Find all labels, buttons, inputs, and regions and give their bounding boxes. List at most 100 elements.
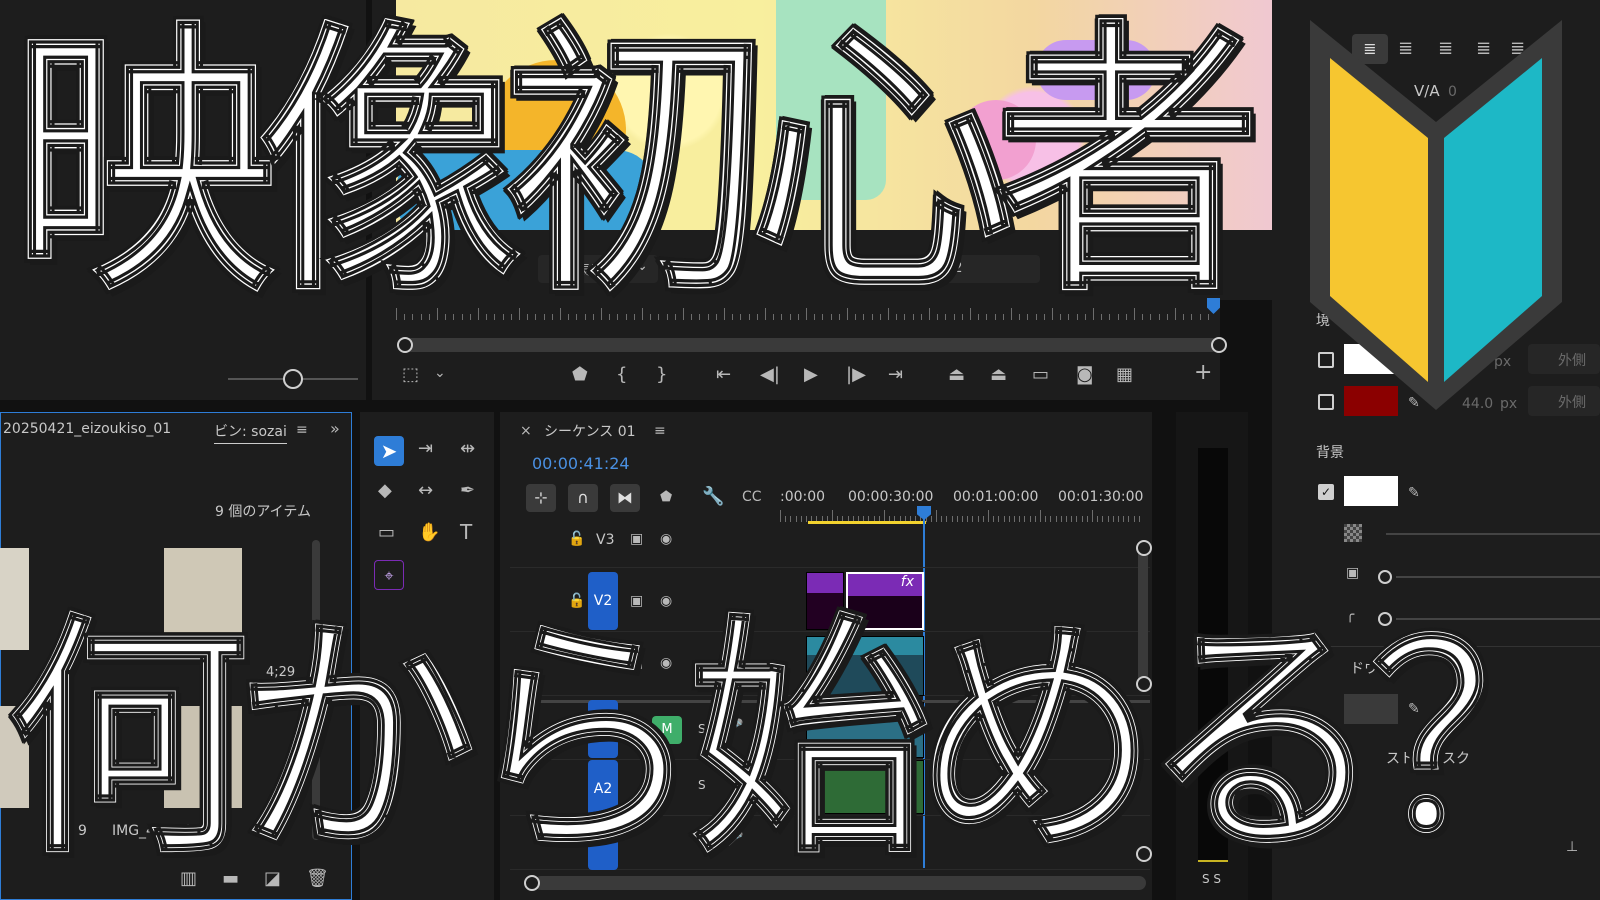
- zoom-handle-right[interactable]: [1211, 337, 1227, 353]
- panel-menu-icon[interactable]: ≡: [296, 423, 308, 437]
- ripple-edit-icon[interactable]: ⇹: [460, 440, 475, 458]
- rectangle-icon[interactable]: ▭: [378, 524, 395, 542]
- size-icon: ▣: [1346, 565, 1360, 581]
- ruler-tick: [800, 516, 802, 522]
- ruler-tick: [1045, 516, 1047, 522]
- ruler-tick: [1102, 516, 1104, 522]
- ruler-tick: [951, 516, 953, 522]
- go-to-in-icon[interactable]: ⇤: [716, 366, 731, 384]
- slip-icon[interactable]: ↔: [418, 482, 433, 500]
- ruler-tick: [972, 516, 974, 522]
- overlay-title-top: 映像初心者: [9, 0, 1264, 334]
- select-arrow-icon[interactable]: ➤: [374, 436, 404, 466]
- project-name[interactable]: 20250421_eizoukiso_01: [3, 421, 171, 437]
- step-forward-icon[interactable]: |▶: [846, 366, 866, 384]
- mark-out-icon[interactable]: }: [656, 366, 667, 384]
- track-select-icon[interactable]: ⇥: [418, 440, 433, 458]
- ruler-tick: [1060, 516, 1062, 522]
- nest-toggle[interactable]: ⊹: [526, 484, 556, 512]
- work-area-bar[interactable]: [808, 521, 926, 524]
- magnet-icon[interactable]: ∩: [568, 484, 598, 512]
- step-back-icon[interactable]: ◀|: [760, 366, 780, 384]
- ruler-tick: [930, 516, 932, 522]
- ruler-tick: [956, 516, 958, 522]
- safe-margins-icon[interactable]: ⬚: [402, 366, 419, 384]
- ruler-tick: [785, 516, 787, 522]
- timeline-timecode[interactable]: 00:00:41:24: [532, 454, 630, 473]
- extract-icon[interactable]: ⏏: [990, 366, 1007, 384]
- chevron-down-icon[interactable]: ⌄: [434, 366, 446, 380]
- comparison-view-icon[interactable]: ▭: [1032, 366, 1049, 384]
- ruler-tick: [1055, 516, 1057, 522]
- ruler-tick: [1076, 516, 1078, 522]
- ruler-tick: [1128, 516, 1130, 522]
- monitor-zoom-bar[interactable]: [403, 338, 1219, 352]
- background-section-label: 背景: [1316, 445, 1344, 461]
- ruler-tick: [941, 516, 943, 522]
- ruler-tick: [1086, 516, 1088, 522]
- eye-icon[interactable]: ◉: [660, 532, 672, 546]
- ruler-tick: [790, 516, 792, 522]
- background-checkbox-checked[interactable]: ✓: [1318, 484, 1334, 500]
- marker-icon[interactable]: ⬟: [572, 366, 588, 384]
- close-icon[interactable]: ×: [520, 424, 532, 438]
- ruler-tick: [936, 510, 937, 522]
- ruler-tick: [1019, 516, 1021, 522]
- ruler-tick: [946, 516, 948, 522]
- ruler-tick: [1118, 516, 1119, 522]
- ruler-tick: [1112, 516, 1114, 522]
- item-count: 9 個のアイテム: [215, 504, 311, 520]
- ruler-label: 00:01:30:00: [1058, 489, 1144, 505]
- wrench-icon[interactable]: 🔧: [702, 488, 724, 506]
- ruler-tick: [962, 516, 963, 522]
- plus-icon[interactable]: +: [1194, 362, 1212, 384]
- camera-icon[interactable]: ◙: [1076, 366, 1093, 384]
- ruler-tick: [1081, 516, 1083, 522]
- ruler-tick: [998, 516, 1000, 522]
- timeline-vscroll-handle[interactable]: [1136, 540, 1152, 556]
- volume-slider-handle[interactable]: [283, 369, 303, 389]
- pen-icon[interactable]: ✒: [460, 482, 475, 500]
- ruler-tick: [977, 516, 979, 522]
- eyedropper-icon[interactable]: ✎: [1408, 486, 1420, 500]
- ruler-tick: [988, 510, 989, 522]
- play-icon[interactable]: ▶: [804, 366, 818, 384]
- ruler-tick: [1107, 516, 1109, 522]
- ruler-tick: [1071, 516, 1073, 522]
- ruler-tick: [1066, 516, 1067, 522]
- background-color-swatch[interactable]: [1344, 476, 1398, 506]
- ruler-tick: [1092, 510, 1093, 522]
- lock-icon[interactable]: 🔓: [568, 532, 585, 546]
- razor-icon[interactable]: ◆: [378, 482, 392, 500]
- multicam-icon[interactable]: ▦: [1116, 366, 1133, 384]
- sequence-tab[interactable]: シーケンス 01: [544, 421, 636, 441]
- captions-icon[interactable]: CC: [742, 490, 762, 504]
- film-icon[interactable]: ▣: [630, 532, 643, 546]
- bin-tab[interactable]: ビン: sozai: [214, 421, 287, 444]
- beginner-mark-icon: [1310, 20, 1562, 410]
- zoom-handle-left[interactable]: [397, 337, 413, 353]
- marker-icon[interactable]: ⬟: [660, 490, 672, 504]
- opacity-slider[interactable]: [1386, 533, 1600, 535]
- ruler-tick: [795, 516, 797, 522]
- tab-menu-icon[interactable]: ≡: [654, 424, 666, 438]
- linked-selection-icon[interactable]: ⧓: [610, 484, 640, 512]
- transform-tool-icon[interactable]: ⌖: [374, 560, 404, 590]
- ruler-tick: [1034, 516, 1036, 522]
- go-to-out-icon[interactable]: ⇥: [888, 366, 903, 384]
- opacity-icon: [1344, 524, 1362, 542]
- lift-icon[interactable]: ⏏: [948, 366, 965, 384]
- mark-in-icon[interactable]: {: [616, 366, 627, 384]
- hand-icon[interactable]: ✋: [418, 524, 440, 542]
- ruler-label: :00:00: [780, 489, 826, 505]
- size-slider[interactable]: [1396, 576, 1600, 578]
- track-label: V3: [596, 532, 615, 548]
- panel-overflow-icon[interactable]: »: [330, 421, 340, 437]
- ruler-tick: [806, 516, 807, 522]
- size-slider-handle[interactable]: [1378, 570, 1392, 584]
- ruler-tick: [1050, 516, 1052, 522]
- ruler-tick: [1138, 516, 1140, 522]
- overlay-title-bottom: 何から始める？: [5, 591, 1600, 891]
- ruler-tick: [780, 510, 781, 522]
- type-icon[interactable]: T: [460, 522, 472, 542]
